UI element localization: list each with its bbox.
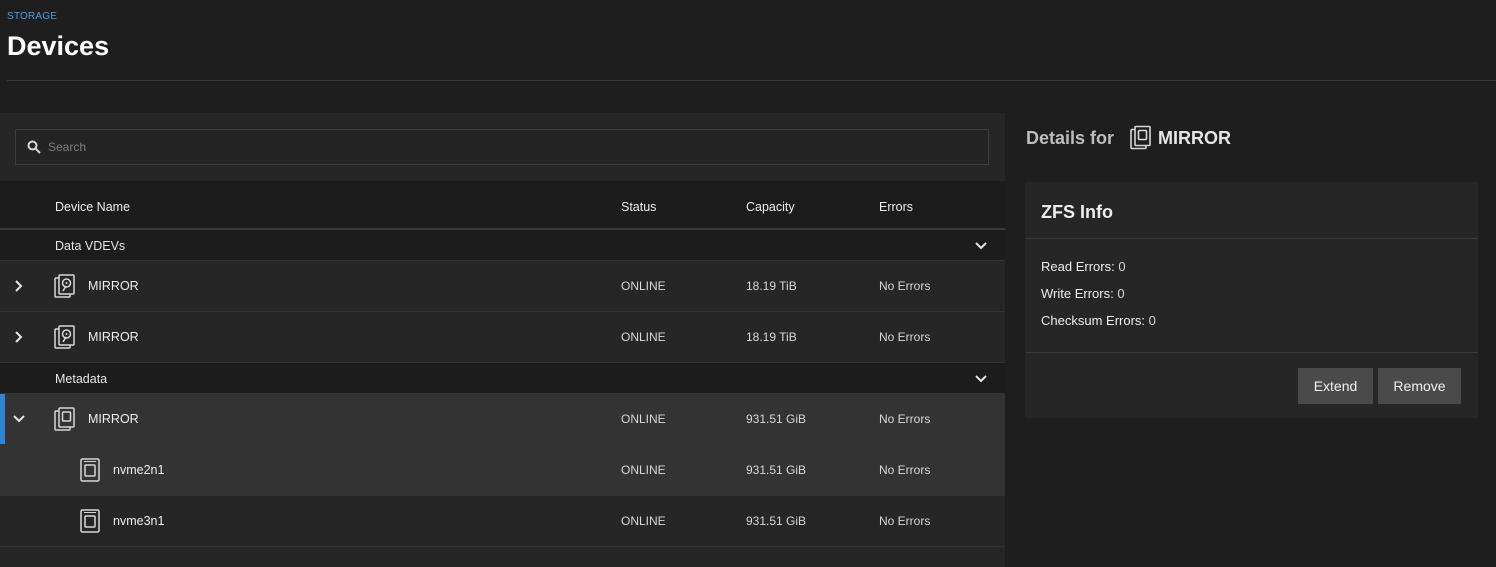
breadcrumb[interactable]: STORAGE [7,11,57,22]
write-errors-value: 0 [1117,286,1125,301]
device-capacity: 931.51 GiB [746,514,807,528]
hdd-mirror-icon [54,274,75,298]
device-name: nvme3n1 [113,514,165,528]
checksum-errors-value: 0 [1148,313,1156,328]
write-errors: Write Errors: 0 [1041,286,1125,301]
extend-button[interactable]: Extend [1298,368,1373,404]
write-errors-label: Write Errors: [1041,286,1114,301]
device-name: MIRROR [88,412,139,426]
column-header-status[interactable]: Status [621,200,656,214]
group-label: Metadata [55,372,108,386]
selection-indicator [0,394,5,444]
device-capacity: 931.51 GiB [746,412,807,426]
ssd-mirror-icon [1130,125,1151,150]
card-divider [1025,238,1478,239]
device-status: ONLINE [621,412,666,426]
read-errors: Read Errors: 0 [1041,259,1126,274]
search-box[interactable] [15,129,989,165]
device-name: MIRROR [88,279,139,293]
table-row-child[interactable]: nvme3n1 ONLINE 931.51 GiB No Errors [0,496,1005,547]
device-status: ONLINE [621,514,666,528]
ssd-mirror-icon [54,407,75,431]
chevron-down-icon[interactable] [974,372,988,386]
table-row[interactable]: MIRROR ONLINE 18.19 TiB No Errors [0,312,1005,363]
chevron-right-icon[interactable] [12,279,26,293]
read-errors-value: 0 [1118,259,1126,274]
devices-page: STORAGE Devices Device Name Status Capac… [0,0,1496,567]
device-name: MIRROR [88,330,139,344]
device-errors: No Errors [879,412,931,426]
device-capacity: 18.19 TiB [746,330,797,344]
table-row[interactable]: MIRROR ONLINE 18.19 TiB No Errors [0,261,1005,312]
page-title: Devices [7,31,110,61]
read-errors-label: Read Errors: [1041,259,1115,274]
card-title: ZFS Info [1041,202,1113,222]
devices-table-panel: Device Name Status Capacity Errors Data … [0,113,1005,567]
remove-button[interactable]: Remove [1378,368,1461,404]
table-row-selected[interactable]: MIRROR ONLINE 931.51 GiB No Errors [0,394,1005,445]
column-header-capacity[interactable]: Capacity [746,200,795,214]
search-input[interactable] [48,130,978,164]
device-status: ONLINE [621,463,666,477]
device-errors: No Errors [879,330,931,344]
group-row-data-vdevs[interactable]: Data VDEVs [0,230,1005,261]
device-capacity: 18.19 TiB [746,279,797,293]
device-errors: No Errors [879,514,931,528]
table-row-child[interactable]: nvme2n1 ONLINE 931.51 GiB No Errors [0,445,1005,496]
table-header: Device Name Status Capacity Errors [0,181,1005,230]
device-name: nvme2n1 [113,463,165,477]
group-label: Data VDEVs [55,239,126,253]
search-icon [27,140,41,154]
group-row-metadata[interactable]: Metadata [0,363,1005,394]
device-status: ONLINE [621,279,666,293]
chevron-down-icon[interactable] [12,412,26,426]
ssd-icon [80,509,100,533]
column-header-errors[interactable]: Errors [879,200,913,214]
checksum-errors-label: Checksum Errors: [1041,313,1146,328]
zfs-info-card: ZFS Info Read Errors: 0 Write Errors: 0 … [1025,182,1478,418]
card-divider [1025,352,1478,353]
column-header-device-name[interactable]: Device Name [55,200,130,214]
checksum-errors: Checksum Errors: 0 [1041,313,1156,328]
device-status: ONLINE [621,330,666,344]
hdd-mirror-icon [54,325,75,349]
ssd-icon [80,458,100,482]
chevron-right-icon[interactable] [12,330,26,344]
header-divider [7,80,1496,81]
device-capacity: 931.51 GiB [746,463,807,477]
device-errors: No Errors [879,463,931,477]
details-title: Details for [1026,128,1115,148]
device-errors: No Errors [879,279,931,293]
details-device-name: MIRROR [1158,128,1231,148]
chevron-down-icon[interactable] [974,239,988,253]
